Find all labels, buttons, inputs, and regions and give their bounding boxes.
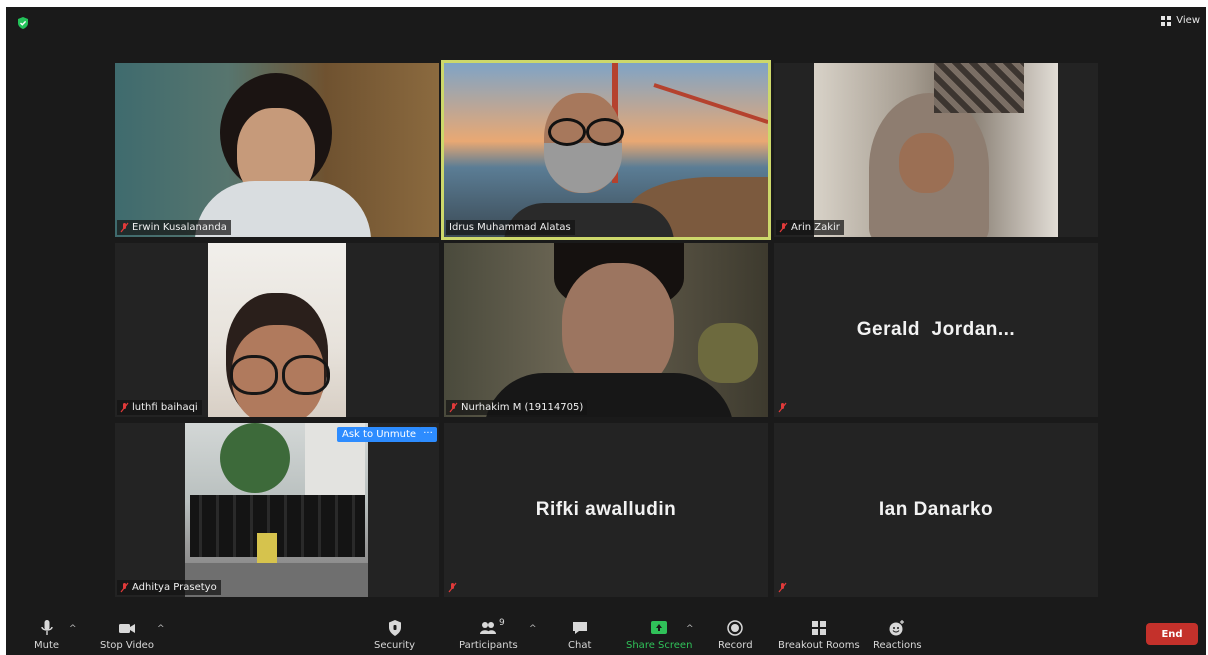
- record-icon: [727, 620, 744, 636]
- video-feed: [444, 243, 768, 417]
- mute-button[interactable]: Mute: [34, 619, 59, 651]
- video-feed: [115, 63, 439, 237]
- muted-mic-icon: [449, 402, 458, 413]
- more-options-button[interactable]: ···: [419, 427, 437, 442]
- muted-mic-icon: [120, 402, 129, 413]
- participant-name: Gerald Jordan...: [856, 319, 1016, 340]
- end-meeting-button[interactable]: End: [1146, 623, 1198, 645]
- muted-mic-icon: [120, 222, 129, 233]
- video-tile-ian[interactable]: Ian Danarko: [774, 423, 1098, 597]
- participant-name: Arin Zakir: [791, 222, 840, 233]
- video-tile-erwin[interactable]: Erwin Kusalananda: [115, 63, 439, 237]
- view-label: View: [1176, 15, 1200, 26]
- muted-mic-icon: [120, 582, 129, 593]
- chat-button[interactable]: Chat: [568, 619, 591, 651]
- video-feed: [208, 243, 346, 417]
- breakout-rooms-button[interactable]: Breakout Rooms: [778, 619, 860, 651]
- video-tile-adhitya[interactable]: Ask to Unmute ··· Adhitya Prasetyo: [115, 423, 439, 597]
- participant-name: Erwin Kusalananda: [132, 222, 227, 233]
- meeting-window: View Erwin Kusalananda Idrus Muhammad Al…: [6, 7, 1206, 655]
- muted-mic-icon: [778, 402, 787, 413]
- record-button[interactable]: Record: [718, 619, 753, 651]
- video-feed: [444, 63, 768, 237]
- security-button[interactable]: Security: [374, 619, 415, 651]
- grid-view-icon: [1161, 15, 1172, 26]
- muted-mic-icon: [778, 582, 787, 593]
- security-shield-icon[interactable]: [16, 16, 30, 30]
- audio-options-chevron-icon[interactable]: ^: [69, 624, 77, 634]
- chat-bubble-icon: [572, 622, 587, 634]
- participant-nametag: Arin Zakir: [776, 220, 844, 235]
- participants-count-badge: 9: [499, 618, 505, 628]
- microphone-icon: [40, 620, 53, 635]
- participants-options-chevron-icon[interactable]: ^: [529, 624, 537, 634]
- participants-icon: [480, 622, 497, 634]
- share-options-chevron-icon[interactable]: ^: [686, 624, 694, 634]
- meeting-toolbar: Mute ^ Stop Video ^ Security Participant…: [6, 615, 1206, 655]
- participant-nametag: Nurhakim M (19114705): [446, 400, 588, 415]
- video-tile-nurhakim[interactable]: Nurhakim M (19114705): [444, 243, 768, 417]
- video-feed: [814, 63, 1058, 237]
- stop-video-button[interactable]: Stop Video: [100, 619, 154, 651]
- participant-nametag: Erwin Kusalananda: [117, 220, 231, 235]
- participant-name: Nurhakim M (19114705): [461, 402, 584, 413]
- video-tile-gerald[interactable]: Gerald Jordan...: [774, 243, 1098, 417]
- participant-nametag: Adhitya Prasetyo: [117, 580, 221, 595]
- muted-mic-icon: [779, 222, 788, 233]
- muted-mic-icon: [448, 582, 457, 593]
- security-shield-icon: [388, 620, 401, 636]
- participant-name: Rifki awalludin: [535, 499, 677, 520]
- video-tile-idrus[interactable]: Idrus Muhammad Alatas: [444, 63, 768, 237]
- participant-nametag: luthfi baihaqi: [117, 400, 202, 415]
- video-tile-arin[interactable]: Arin Zakir: [774, 63, 1098, 237]
- reactions-button[interactable]: Reactions: [873, 619, 922, 651]
- video-camera-icon: [118, 624, 135, 633]
- ask-to-unmute-button[interactable]: Ask to Unmute: [337, 427, 422, 442]
- participants-button[interactable]: Participants: [459, 619, 518, 651]
- participant-name: Idrus Muhammad Alatas: [449, 222, 571, 233]
- participant-name: Adhitya Prasetyo: [132, 582, 217, 593]
- video-feed: [185, 423, 368, 597]
- view-button[interactable]: View: [1161, 15, 1200, 26]
- video-tile-rifki[interactable]: Rifki awalludin: [444, 423, 768, 597]
- share-screen-icon: [651, 621, 668, 634]
- participant-nametag: Idrus Muhammad Alatas: [446, 220, 575, 235]
- participant-name: luthfi baihaqi: [132, 402, 198, 413]
- video-tile-luthfi[interactable]: luthfi baihaqi: [115, 243, 439, 417]
- participant-name: Ian Danarko: [878, 499, 994, 520]
- breakout-rooms-icon: [811, 621, 826, 635]
- video-options-chevron-icon[interactable]: ^: [157, 624, 165, 634]
- reactions-smiley-icon: [889, 620, 905, 636]
- share-screen-button[interactable]: Share Screen: [626, 619, 692, 651]
